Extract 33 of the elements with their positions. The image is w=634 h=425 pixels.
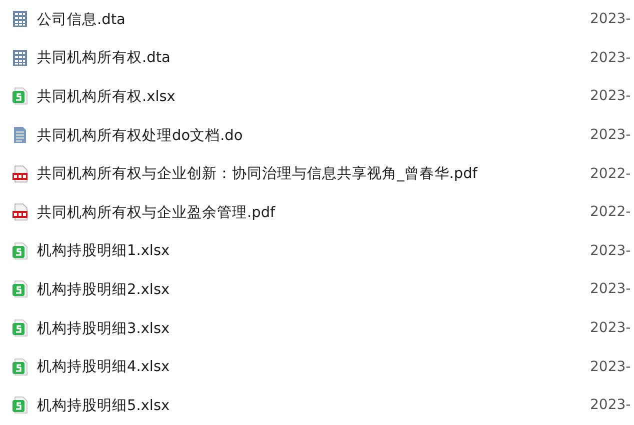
file-date: 2023-	[590, 242, 631, 259]
document-file-icon	[12, 126, 28, 144]
file-date: 2023-	[590, 358, 631, 375]
spreadsheet-file-icon	[12, 242, 28, 260]
file-name[interactable]: 机构持股明细3.xlsx	[37, 318, 170, 338]
pdf-file-icon	[12, 203, 28, 222]
spreadsheet-file-icon	[12, 396, 28, 414]
file-name[interactable]: 机构持股明细4.xlsx	[37, 357, 170, 376]
file-date: 2023-	[590, 11, 631, 28]
file-name[interactable]: 机构持股明细2.xlsx	[37, 280, 170, 299]
spreadsheet-file-icon	[12, 358, 28, 376]
file-date: 2023-	[590, 50, 631, 66]
file-name[interactable]: 共同机构所有权与企业盈余管理.pdf	[37, 202, 276, 222]
file-date: 2023-	[590, 397, 631, 414]
table-file-icon	[12, 10, 28, 28]
spreadsheet-file-icon	[12, 87, 28, 106]
file-date: 2023-	[590, 127, 631, 144]
file-name[interactable]: 机构持股明细1.xlsx	[37, 241, 170, 260]
spreadsheet-file-icon	[12, 280, 28, 298]
spreadsheet-file-icon	[12, 319, 28, 338]
file-name[interactable]: 共同机构所有权处理do文档.do	[37, 126, 243, 145]
file-name[interactable]: 共同机构所有权与企业创新：协同治理与信息共享视角_曾春华.pdf	[37, 164, 478, 184]
file-name[interactable]: 机构持股明细5.xlsx	[37, 396, 170, 415]
file-name[interactable]: 共同机构所有权.xlsx	[37, 86, 176, 106]
file-date: 2023-	[590, 281, 631, 298]
file-name[interactable]: 共同机构所有权.dta	[37, 48, 170, 68]
file-name[interactable]: 公司信息.dta	[37, 10, 126, 29]
pdf-file-icon	[12, 164, 28, 183]
file-date: 2022-	[590, 204, 631, 220]
file-date: 2023-	[590, 320, 631, 336]
table-file-icon	[12, 48, 28, 67]
file-date: 2023-	[590, 88, 631, 104]
file-date: 2022-	[590, 166, 631, 182]
